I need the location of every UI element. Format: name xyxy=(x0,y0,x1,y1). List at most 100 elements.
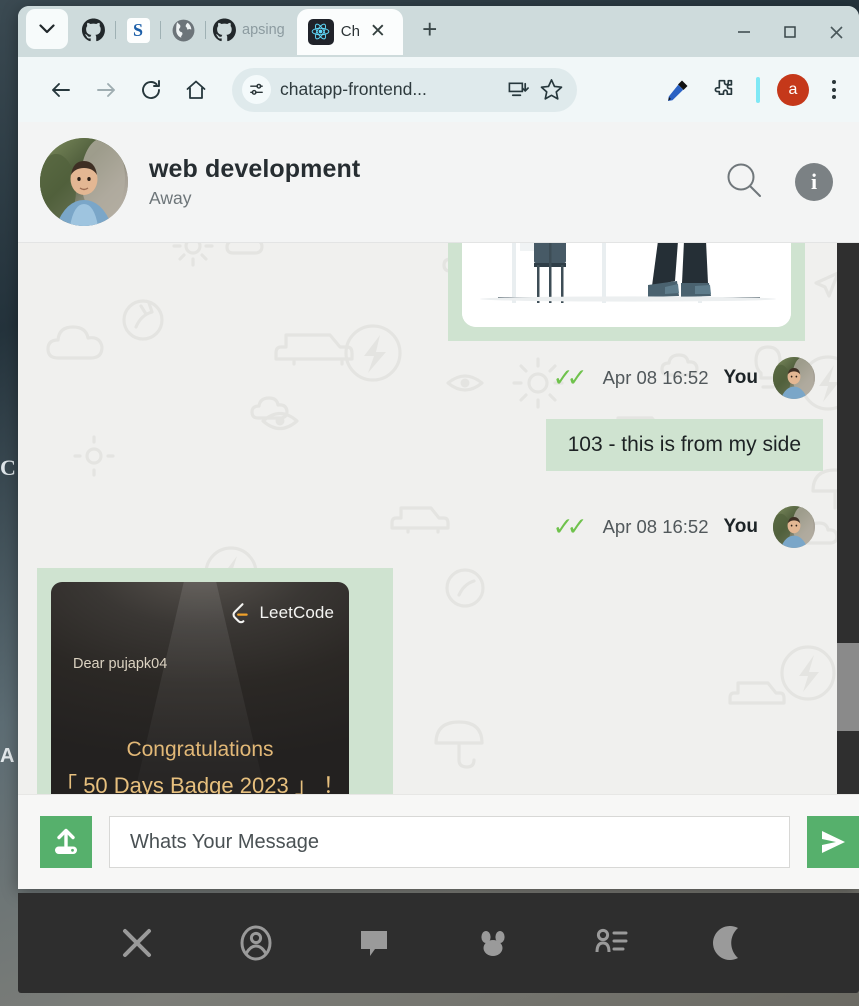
github-icon xyxy=(212,18,236,41)
chat-avatar[interactable] xyxy=(40,138,128,226)
home-button[interactable] xyxy=(175,69,217,111)
window-maximize-button[interactable] xyxy=(767,10,813,54)
new-tab-button[interactable]: + xyxy=(411,11,449,49)
window-close-button[interactable] xyxy=(813,10,859,54)
chat-header-actions: i xyxy=(723,159,833,206)
install-app-icon xyxy=(508,82,529,97)
message-meta: ✓✓ Apr 08 16:52 You xyxy=(553,506,823,548)
avatar-photo xyxy=(773,357,815,399)
window-minimize-button[interactable] xyxy=(721,10,767,54)
message-row-outgoing[interactable]: 103 - this is from my side xyxy=(18,419,859,471)
close-icon xyxy=(829,25,843,39)
chat-scrollbar-track[interactable] xyxy=(837,243,859,794)
browser-menu-button[interactable] xyxy=(817,70,851,110)
address-bar[interactable]: chatapp-frontend... xyxy=(232,67,577,112)
illustration-chair-and-legs xyxy=(462,243,791,327)
address-bar-text: chatapp-frontend... xyxy=(280,79,427,99)
dock-close-button[interactable] xyxy=(106,912,168,974)
eyedropper-pen-icon xyxy=(668,80,688,101)
globe-icon xyxy=(172,19,194,41)
toolbar-right-group: a xyxy=(657,69,851,111)
tab-github-1[interactable] xyxy=(71,8,115,52)
chat-search-button[interactable] xyxy=(723,159,765,206)
chevron-down-icon xyxy=(39,24,55,34)
dock-chats-button[interactable] xyxy=(343,912,405,974)
react-icon xyxy=(307,18,334,45)
avatar-photo xyxy=(40,138,128,226)
search-icon xyxy=(727,163,761,197)
read-receipt-icon: ✓✓ xyxy=(552,363,588,392)
close-x-icon xyxy=(123,929,152,957)
message-card-bubble[interactable]: LeetCode Dear pujapk04 Congratulations 「… xyxy=(37,568,393,794)
avatar xyxy=(773,357,815,399)
leetcode-brand-text: LeetCode xyxy=(259,603,334,622)
message-image-bubble[interactable] xyxy=(448,243,805,341)
chat-title: web development xyxy=(149,155,361,183)
upload-attachment-button[interactable] xyxy=(40,816,92,868)
leetcode-badge-text: 「 50 Days Badge 2023 」 ！ xyxy=(55,773,345,794)
install-app-button[interactable] xyxy=(507,78,530,101)
chat-scrollbar-thumb[interactable] xyxy=(837,643,859,731)
dock-contacts-button[interactable] xyxy=(580,912,642,974)
message-list[interactable]: ✓✓ Apr 08 16:52 You 103 - this is from m… xyxy=(18,243,859,794)
star-icon xyxy=(540,79,563,100)
chat-header: web development Away i xyxy=(18,122,859,243)
message-image xyxy=(462,243,791,327)
toolbar-divider xyxy=(756,76,760,103)
message-sender: You xyxy=(723,367,758,388)
leetcode-greeting: Dear pujapk04 xyxy=(73,656,168,672)
send-icon xyxy=(822,831,845,853)
arrow-right-icon xyxy=(97,82,115,97)
tab-stackoverflow[interactable]: S xyxy=(116,8,160,52)
chat-message-area: ✓✓ Apr 08 16:52 You 103 - this is from m… xyxy=(18,243,859,794)
tab-list-button[interactable] xyxy=(26,9,68,49)
app-bottom-dock xyxy=(18,893,859,993)
extensions-button[interactable] xyxy=(702,69,744,111)
message-timestamp: Apr 08 16:52 xyxy=(602,367,709,388)
home-icon xyxy=(186,80,206,99)
user-circle-icon xyxy=(240,925,272,961)
dock-profile-button[interactable] xyxy=(225,912,287,974)
dock-dark-mode-button[interactable] xyxy=(699,912,761,974)
message-bubble: 103 - this is from my side xyxy=(545,419,823,471)
upload-icon xyxy=(55,828,77,854)
maximize-icon xyxy=(784,26,796,38)
reload-icon xyxy=(142,79,160,99)
group-people-icon xyxy=(481,931,505,956)
desktop-glyph-top: C xyxy=(0,455,16,480)
site-settings-button[interactable] xyxy=(242,75,271,104)
tune-sliders-icon xyxy=(250,83,263,95)
message-composer xyxy=(18,794,859,889)
message-input[interactable] xyxy=(109,816,790,868)
chat-bubble-icon xyxy=(361,931,388,956)
message-meta: ✓✓ Apr 08 16:52 You xyxy=(553,357,823,399)
leetcode-logo: LeetCode xyxy=(228,601,334,625)
window-controls xyxy=(721,9,859,55)
reload-button[interactable] xyxy=(130,69,172,111)
stackoverflow-s-icon: S xyxy=(126,17,150,43)
web-page: web development Away i ✓✓ Apr 08 16:52 Y… xyxy=(18,122,859,889)
bookmark-button[interactable] xyxy=(539,77,564,102)
tab-github-apsing[interactable]: apsing xyxy=(206,8,295,52)
message-meta-row: ✓✓ Apr 08 16:52 You xyxy=(18,346,859,399)
chat-info-button[interactable]: i xyxy=(795,163,833,201)
tab-active-chatapp[interactable]: Ch ✕ xyxy=(296,8,403,55)
active-tab-label: Ch xyxy=(340,23,360,40)
back-button[interactable] xyxy=(40,69,82,111)
chat-status: Away xyxy=(149,188,192,208)
avatar xyxy=(773,506,815,548)
tab-close-button[interactable]: ✕ xyxy=(367,22,389,41)
browser-profile-avatar[interactable]: a xyxy=(777,73,809,106)
three-dots-icon xyxy=(832,80,836,84)
tab-label: apsing xyxy=(242,22,285,38)
send-message-button[interactable] xyxy=(807,816,859,868)
avatar-photo xyxy=(773,506,815,548)
browser-toolbar: chatapp-frontend... a xyxy=(18,57,859,122)
leetcode-badge-card: LeetCode Dear pujapk04 Congratulations 「… xyxy=(51,582,349,794)
forward-button[interactable] xyxy=(85,69,127,111)
tab-globe[interactable] xyxy=(161,8,205,52)
dock-groups-button[interactable] xyxy=(462,912,524,974)
read-receipt-icon: ✓✓ xyxy=(552,512,588,541)
eyedropper-button[interactable] xyxy=(657,69,699,111)
contact-list-icon xyxy=(595,928,628,953)
